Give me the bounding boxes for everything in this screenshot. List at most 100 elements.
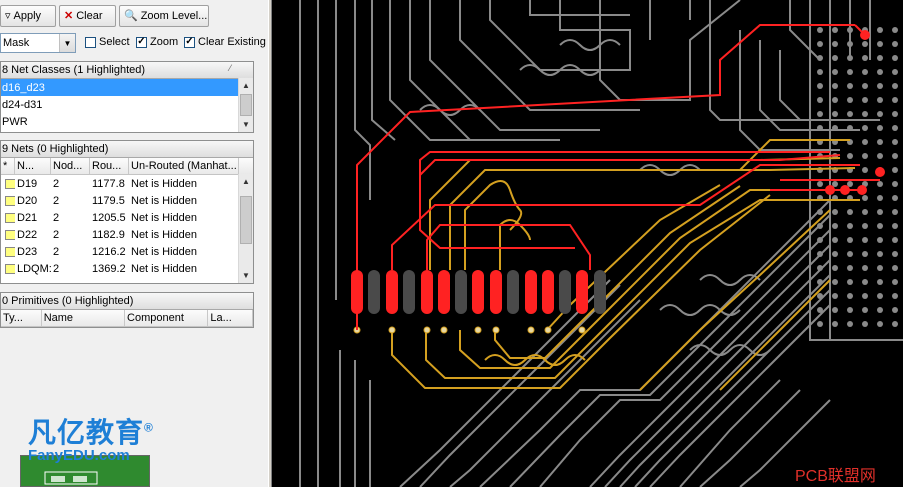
bga-ball [862, 307, 868, 313]
filter-icon: ▿ [5, 9, 11, 22]
bga-ball [847, 223, 853, 229]
clear-button[interactable]: ✕ Clear [59, 5, 116, 27]
col-unrouted[interactable]: Un-Routed (Manhat... [129, 158, 239, 174]
bga-ball [892, 279, 898, 285]
bga-ball [877, 83, 883, 89]
bga-ball [862, 83, 868, 89]
net-color-swatch [5, 229, 15, 240]
bga-ball [862, 279, 868, 285]
bga-ball [892, 97, 898, 103]
brand-url-watermark: FanyEDU.com [28, 447, 130, 464]
gray-trace [419, 284, 621, 487]
zoom-checkbox-box[interactable]: ✓ [136, 36, 147, 48]
gold-trace [429, 157, 841, 270]
bga-ball [877, 27, 883, 33]
bga-ball [847, 27, 853, 33]
clear-icon: ✕ [64, 9, 74, 22]
nets-header[interactable]: 9 Nets (0 Highlighted) [1, 141, 253, 158]
bga-ball [832, 41, 838, 47]
bga-ball [892, 125, 898, 131]
zoom-level-button[interactable]: 🔍 Zoom Level... [119, 5, 209, 27]
bga-ball [817, 293, 823, 299]
select-checkbox-box[interactable] [85, 36, 96, 48]
bga-ball [862, 223, 868, 229]
net-class-item[interactable]: d24-d31 [1, 96, 253, 113]
bga-ball [877, 41, 883, 47]
nets-scrollbar[interactable]: ▲ ▼ [238, 174, 253, 283]
col-routed[interactable]: Rou... [90, 158, 129, 174]
table-row[interactable]: D21 2 1205.5 Net is Hidden [1, 209, 253, 226]
col-nodes[interactable]: Nod... [51, 158, 90, 174]
bga-ball [832, 69, 838, 75]
bga-ball [817, 321, 823, 327]
bga-ball [892, 237, 898, 243]
primitives-header[interactable]: 0 Primitives (0 Highlighted) [1, 293, 253, 310]
bga-ball [892, 265, 898, 271]
gold-trace [499, 219, 531, 270]
smd-pad [455, 270, 467, 314]
col-layer[interactable]: La... [208, 310, 253, 326]
bga-ball [892, 139, 898, 145]
zoom-checkbox[interactable]: ✓ Zoom [136, 36, 178, 48]
col-component[interactable]: Component [125, 310, 209, 326]
magnifier-icon: 🔍 [124, 9, 138, 22]
bga-ball [847, 279, 853, 285]
col-type[interactable]: Ty... [1, 310, 42, 326]
table-row[interactable]: D22 2 1182.9 Net is Hidden [1, 226, 253, 243]
col-name[interactable]: Name [42, 310, 126, 326]
col-star[interactable]: * [1, 158, 15, 174]
select-checkbox[interactable]: Select [85, 36, 130, 48]
gray-trace [809, 0, 903, 341]
bga-ball [892, 209, 898, 215]
bga-ball [847, 237, 853, 243]
bga-ball [892, 27, 898, 33]
smd-pad [438, 270, 450, 314]
bga-ball [862, 55, 868, 61]
table-row[interactable]: D23 2 1216.2 Net is Hidden [1, 243, 253, 260]
bga-ball [862, 69, 868, 75]
smd-pad [472, 270, 484, 314]
bga-ball [862, 97, 868, 103]
smd-pad [421, 270, 433, 314]
bga-ball [832, 111, 838, 117]
bga-ball [817, 181, 823, 187]
scroll-down-icon[interactable]: ▼ [239, 268, 253, 283]
clear-existing-checkbox[interactable]: ✓ Clear Existing [184, 36, 266, 48]
via [440, 326, 448, 334]
bga-ball-highlight [840, 185, 850, 195]
bga-ball [892, 223, 898, 229]
apply-button[interactable]: ▿ Apply [0, 5, 56, 27]
bga-ball [877, 237, 883, 243]
scroll-thumb[interactable] [240, 196, 252, 244]
net-class-item[interactable]: PWR [1, 113, 253, 130]
table-row[interactable]: D19 2 1177.8 Net is Hidden [1, 175, 253, 192]
bga-ball [862, 237, 868, 243]
pcb-canvas[interactable] [272, 0, 903, 487]
scroll-thumb[interactable] [240, 94, 252, 116]
bga-ball [817, 307, 823, 313]
smd-pad [576, 270, 588, 314]
bga-ball [892, 307, 898, 313]
site-watermark: PCB联盟网 [795, 468, 876, 485]
bga-ball [817, 237, 823, 243]
net-class-item[interactable]: d16_d23 [1, 79, 253, 96]
nets-rows: D19 2 1177.8 Net is Hidden D20 2 1179.5 … [1, 175, 253, 277]
net-classes-header[interactable]: 8 Net Classes (1 Highlighted) ⁄ [1, 62, 253, 79]
table-row[interactable]: LDQM: 2 1369.2 Net is Hidden [1, 260, 253, 277]
gray-trace [709, 0, 800, 121]
col-name[interactable]: N... [15, 158, 51, 174]
scroll-up-icon[interactable]: ▲ [239, 174, 253, 189]
mask-mode-select[interactable]: Mask ▼ [0, 33, 76, 53]
table-row[interactable]: D20 2 1179.5 Net is Hidden [1, 192, 253, 209]
bga-ball [877, 209, 883, 215]
bga-ball [892, 251, 898, 257]
clear-existing-checkbox-box[interactable]: ✓ [184, 36, 195, 48]
net-classes-scrollbar[interactable]: ▲ ▼ [238, 78, 253, 132]
bga-ball [877, 69, 883, 75]
chevron-down-icon[interactable]: ▼ [59, 34, 75, 52]
bga-ball [817, 55, 823, 61]
scroll-down-icon[interactable]: ▼ [239, 117, 253, 132]
pcb-layout-view[interactable] [272, 0, 903, 487]
scroll-up-icon[interactable]: ▲ [239, 78, 253, 93]
bga-ball [862, 195, 868, 201]
